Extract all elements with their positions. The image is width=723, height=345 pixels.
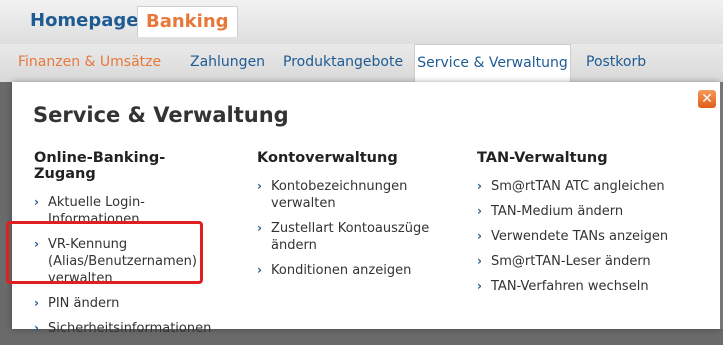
link-label: TAN-Verfahren wechseln <box>491 279 649 294</box>
sub-navigation: Finanzen & Umsätze Zahlungen Produktange… <box>0 44 723 83</box>
subnav-produktangebote[interactable]: Produktangebote <box>283 44 403 82</box>
service-verwaltung-panel: ✕ Service & Verwaltung Online-Banking-Zu… <box>12 82 720 336</box>
column-heading: TAN-Verwaltung <box>477 150 608 166</box>
column-tan-verwaltung: TAN-Verwaltung › Sm@rtTAN ATC angleichen … <box>477 150 707 303</box>
column-kontoverwaltung: Kontoverwaltung › Kontobezeichnungen verw… <box>257 150 457 287</box>
subnav-postkorb[interactable]: Postkorb <box>586 44 646 82</box>
link-verwendete-tans-anzeigen[interactable]: › Verwendete TANs anzeigen <box>477 228 707 245</box>
tab-banking[interactable]: Banking <box>137 6 238 37</box>
chevron-right-icon: › <box>477 279 482 293</box>
link-tan-verfahren-wechseln[interactable]: › TAN-Verfahren wechseln <box>477 278 707 295</box>
link-label: Sm@rtTAN ATC angleichen <box>491 179 665 194</box>
highlight-box <box>6 221 203 284</box>
column-heading: Online-Banking-Zugang <box>34 150 166 182</box>
link-tan-medium-aendern[interactable]: › TAN-Medium ändern <box>477 203 707 220</box>
link-kontobezeichnungen-verwalten[interactable]: › Kontobezeichnungen verwalten <box>257 178 457 212</box>
link-konditionen-anzeigen[interactable]: › Konditionen anzeigen <box>257 262 457 279</box>
chevron-right-icon: › <box>477 254 482 268</box>
link-label: TAN-Medium ändern <box>491 204 624 219</box>
tab-homepage[interactable]: Homepage <box>22 6 147 36</box>
link-zustellart-kontoauszuege[interactable]: › Zustellart Kontoauszüge ändern <box>257 220 457 254</box>
chevron-right-icon: › <box>477 229 482 243</box>
chevron-right-icon: › <box>477 179 482 193</box>
link-smarttan-atc-angleichen[interactable]: › Sm@rtTAN ATC angleichen <box>477 178 707 195</box>
link-smarttan-leser-aendern[interactable]: › Sm@rtTAN-Leser ändern <box>477 253 707 270</box>
close-icon[interactable]: ✕ <box>698 90 716 108</box>
top-navigation: Homepage Banking <box>0 0 723 45</box>
chevron-right-icon: › <box>257 263 262 277</box>
panel-title: Service & Verwaltung <box>33 103 289 127</box>
column-heading: Kontoverwaltung <box>257 150 398 166</box>
link-label: Zustellart Kontoauszüge ändern <box>271 221 430 253</box>
link-label: Verwendete TANs anzeigen <box>491 229 669 244</box>
link-pin-aendern[interactable]: › PIN ändern <box>34 295 224 312</box>
chevron-right-icon: › <box>477 204 482 218</box>
subnav-service-verwaltung[interactable]: Service & Verwaltung <box>414 44 571 83</box>
link-label: Sm@rtTAN-Leser ändern <box>491 254 651 269</box>
chevron-right-icon: › <box>257 221 262 235</box>
subnav-finanzen-umsaetze[interactable]: Finanzen & Umsätze <box>18 44 161 82</box>
link-label: Konditionen anzeigen <box>271 263 412 278</box>
chevron-right-icon: › <box>34 195 39 209</box>
subnav-zahlungen[interactable]: Zahlungen <box>190 44 265 82</box>
chevron-right-icon: › <box>257 179 262 193</box>
chevron-right-icon: › <box>34 296 39 310</box>
link-label: PIN ändern <box>48 296 120 311</box>
link-label: Kontobezeichnungen verwalten <box>271 179 408 211</box>
